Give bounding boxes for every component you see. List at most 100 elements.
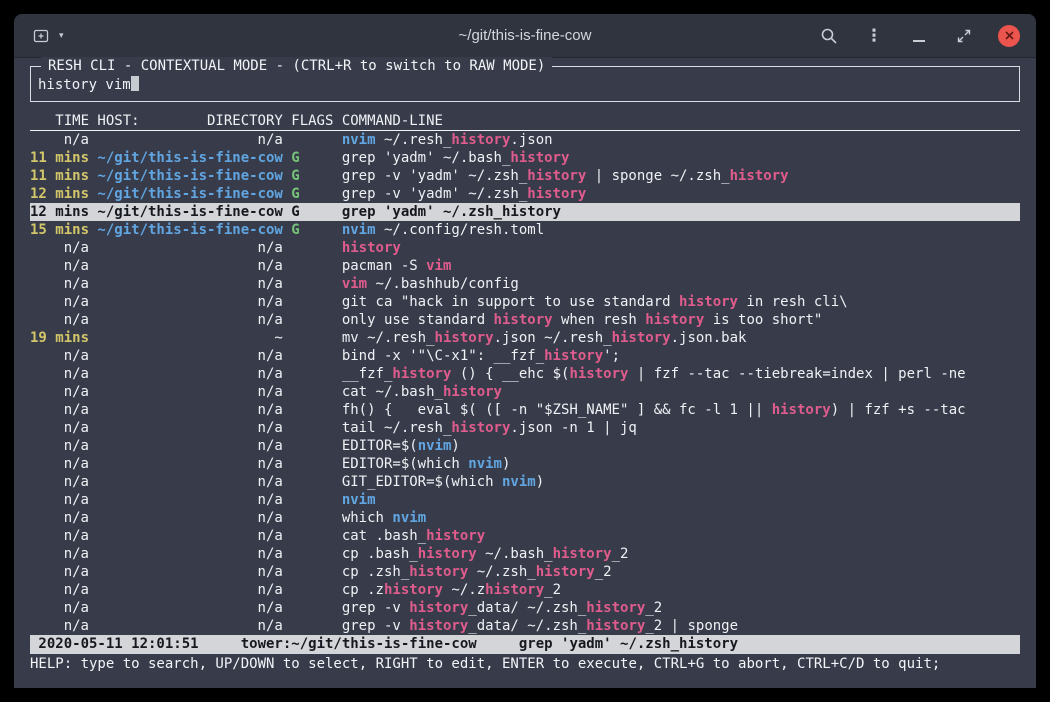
directory-cell: n/a	[97, 239, 282, 257]
search-icon[interactable]	[818, 25, 840, 47]
history-row[interactable]: n/an/anvim	[30, 491, 1020, 509]
history-row[interactable]: n/an/aonly use standard history when res…	[30, 311, 1020, 329]
window-title: ~/git/this-is-fine-cow	[459, 27, 592, 44]
history-row[interactable]: n/an/acp .zhistory ~/.zhistory_2	[30, 581, 1020, 599]
time-cell: n/a	[30, 347, 89, 365]
directory-cell: n/a	[97, 617, 282, 635]
history-row[interactable]: n/an/a__fzf_history () { __ehc $(history…	[30, 365, 1020, 383]
history-row[interactable]: n/an/afh() { eval $( ([ -n "$ZSH_NAME" ]…	[30, 401, 1020, 419]
history-row[interactable]: n/an/agrep -v history_data/ ~/.zsh_histo…	[30, 599, 1020, 617]
history-row[interactable]: n/an/apacman -S vim	[30, 257, 1020, 275]
history-row[interactable]: n/an/acp .zsh_history ~/.zsh_history_2	[30, 563, 1020, 581]
history-row[interactable]: 12 mins~/git/this-is-fine-cowGgrep 'yadm…	[30, 203, 1020, 221]
history-row[interactable]: n/an/aEDITOR=$(which nvim)	[30, 455, 1020, 473]
history-list: n/an/anvim ~/.resh_history.json11 mins~/…	[30, 131, 1020, 635]
command-segment: _2 | sponge	[645, 618, 738, 634]
search-input[interactable]: history vim	[38, 76, 139, 93]
directory-cell: n/a	[97, 473, 282, 491]
time-cell: 15 mins	[30, 221, 89, 239]
history-row[interactable]: n/an/agit ca "hack in support to use sta…	[30, 293, 1020, 311]
time-cell: n/a	[30, 437, 89, 455]
command-segment: ) | fzf +s --tac	[831, 402, 966, 418]
search-box-title: RESH CLI - CONTEXTUAL MODE - (CTRL+R to …	[41, 57, 552, 76]
flags-cell	[291, 509, 333, 527]
flags-cell	[291, 293, 333, 311]
flags-cell: G	[291, 221, 333, 239]
time-cell: n/a	[30, 293, 89, 311]
flags-cell	[291, 455, 333, 473]
time-cell: n/a	[30, 275, 89, 293]
command-segment: bind -x '"\C-x1": __fzf_	[342, 348, 544, 364]
command-segment: history	[435, 330, 494, 346]
command-segment: nvim	[418, 438, 452, 454]
history-row[interactable]: n/an/atail ~/.resh_history.json -n 1 | j…	[30, 419, 1020, 437]
minimize-button[interactable]	[908, 25, 930, 47]
history-row[interactable]: n/an/ahistory	[30, 239, 1020, 257]
command-segment: grep 'yadm' ~/.bash_	[342, 150, 511, 166]
history-row[interactable]: n/an/anvim ~/.resh_history.json	[30, 131, 1020, 149]
flags-cell	[291, 437, 333, 455]
directory-cell: n/a	[97, 455, 282, 473]
history-row[interactable]: n/an/avim ~/.bashhub/config	[30, 275, 1020, 293]
history-row[interactable]: n/an/aEDITOR=$(nvim)	[30, 437, 1020, 455]
history-row[interactable]: 11 mins~/git/this-is-fine-cowGgrep 'yadm…	[30, 149, 1020, 167]
history-row[interactable]: n/an/agrep -v history_data/ ~/.zsh_histo…	[30, 617, 1020, 635]
history-row[interactable]: n/an/acat .bash_history	[30, 527, 1020, 545]
command-segment: grep -v	[342, 618, 409, 634]
header-flags: FLAGS	[291, 112, 333, 130]
header-time: TIME	[30, 112, 89, 130]
search-query-text: history vim	[38, 77, 131, 93]
command-segment: fh() { eval $( ([ -n "$ZSH_NAME" ] && fc…	[342, 402, 772, 418]
flags-cell	[291, 275, 333, 293]
directory-cell: n/a	[97, 257, 282, 275]
command-segment: cp .bash_	[342, 546, 418, 562]
directory-cell: ~	[97, 329, 282, 347]
status-bar: 2020-05-11 12:01:51 tower:~/git/this-is-…	[30, 635, 1020, 654]
command-segment: history	[544, 348, 603, 364]
command-cell: cat ~/.bash_history	[342, 383, 1020, 401]
directory-cell: ~/git/this-is-fine-cow	[97, 185, 282, 203]
command-cell: cp .bash_history ~/.bash_history_2	[342, 545, 1020, 563]
command-segment: only use standard	[342, 312, 494, 328]
command-segment: history	[392, 366, 451, 382]
history-row[interactable]: n/an/abind -x '"\C-x1": __fzf_history';	[30, 347, 1020, 365]
command-segment: in resh cli\	[738, 294, 848, 310]
time-cell: 19 mins	[30, 329, 89, 347]
command-segment: grep -v 'yadm' ~/.zsh_	[342, 186, 527, 202]
time-cell: n/a	[30, 239, 89, 257]
history-row[interactable]: n/an/awhich nvim	[30, 509, 1020, 527]
history-row[interactable]: n/an/acp .bash_history ~/.bash_history_2	[30, 545, 1020, 563]
titlebar: ▾ ~/git/this-is-fine-cow ⋮	[14, 14, 1036, 58]
command-segment: ~/.bashhub/config	[367, 276, 519, 292]
command-segment: history	[569, 366, 628, 382]
command-segment: EDITOR=$(which	[342, 456, 468, 472]
command-segment: cp .zsh_	[342, 564, 409, 580]
history-row[interactable]: 19 mins ~ mv ~/.resh_history.json ~/.resh_…	[30, 329, 1020, 347]
history-row[interactable]: 12 mins~/git/this-is-fine-cowGgrep -v 'y…	[30, 185, 1020, 203]
time-cell: n/a	[30, 599, 89, 617]
history-row[interactable]: 11 mins~/git/this-is-fine-cowGgrep -v 'y…	[30, 167, 1020, 185]
menu-kebab-icon[interactable]: ⋮	[863, 25, 885, 47]
new-terminal-button[interactable]: ▾	[30, 25, 64, 47]
restore-button[interactable]	[953, 25, 975, 47]
command-segment: history	[426, 528, 485, 544]
command-cell: pacman -S vim	[342, 257, 1020, 275]
help-line: HELP: type to search, UP/DOWN to select,…	[30, 655, 1020, 674]
command-cell: grep -v history_data/ ~/.zsh_history_2 |…	[342, 617, 1020, 635]
history-row[interactable]: n/an/acat ~/.bash_history	[30, 383, 1020, 401]
command-cell: EDITOR=$(which nvim)	[342, 455, 1020, 473]
close-button[interactable]	[998, 25, 1020, 47]
command-cell: bind -x '"\C-x1": __fzf_history';	[342, 347, 1020, 365]
command-cell: mv ~/.resh_history.json ~/.resh_history.…	[342, 329, 1020, 347]
time-cell: n/a	[30, 545, 89, 563]
flags-cell	[291, 563, 333, 581]
history-row[interactable]: n/an/aGIT_EDITOR=$(which nvim)	[30, 473, 1020, 491]
time-cell: n/a	[30, 419, 89, 437]
command-segment: history	[443, 384, 502, 400]
history-row[interactable]: 15 mins~/git/this-is-fine-cowGnvim ~/.co…	[30, 221, 1020, 239]
flags-cell	[291, 383, 333, 401]
flags-cell: G	[291, 185, 333, 203]
flags-cell	[291, 527, 333, 545]
command-cell: cp .zhistory ~/.zhistory_2	[342, 581, 1020, 599]
directory-cell: ~/git/this-is-fine-cow	[97, 203, 282, 221]
